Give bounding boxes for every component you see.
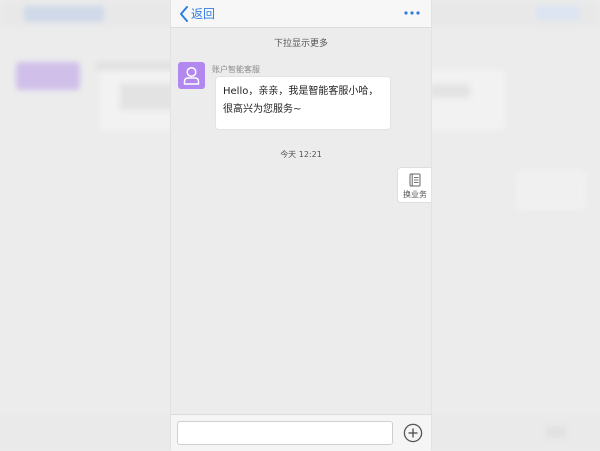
bg-right-text-shape [430, 84, 470, 98]
bg-right-blob-shape [516, 170, 586, 210]
agent-name: 账户智能客服 [212, 65, 260, 74]
plus-circle-icon[interactable] [403, 423, 423, 443]
chat-window: 返回 下拉显示更多 账户智能客服 Hello，亲亲，我是智能客服小哈，很高兴为您… [170, 0, 432, 451]
message-text: Hello，亲亲，我是智能客服小哈，很高兴为您服务~ [223, 86, 379, 115]
bg-avatar-shape [16, 62, 80, 90]
chevron-left-icon [180, 5, 188, 22]
switch-business-button[interactable]: 换业务 [397, 167, 431, 203]
message-input[interactable] [177, 421, 393, 445]
switch-business-label: 换业务 [403, 190, 427, 199]
message-timestamp: 今天 12:21 [280, 150, 322, 159]
back-label: 返回 [191, 7, 216, 21]
navigation-bar: 返回 [171, 0, 431, 28]
agent-avatar [178, 62, 205, 89]
bg-topright-shape [536, 6, 580, 20]
composer-bar [171, 414, 431, 451]
message-bubble: Hello，亲亲，我是智能客服小哈，很高兴为您服务~ [215, 76, 391, 130]
back-button[interactable]: 返回 [179, 5, 215, 22]
pull-to-load-hint[interactable]: 下拉显示更多 [171, 36, 431, 49]
bg-back-shape [24, 6, 104, 22]
document-list-icon [409, 173, 421, 187]
bg-bottom-button-shape [546, 426, 566, 438]
more-dots-icon[interactable] [403, 6, 421, 20]
user-icon [183, 66, 200, 85]
